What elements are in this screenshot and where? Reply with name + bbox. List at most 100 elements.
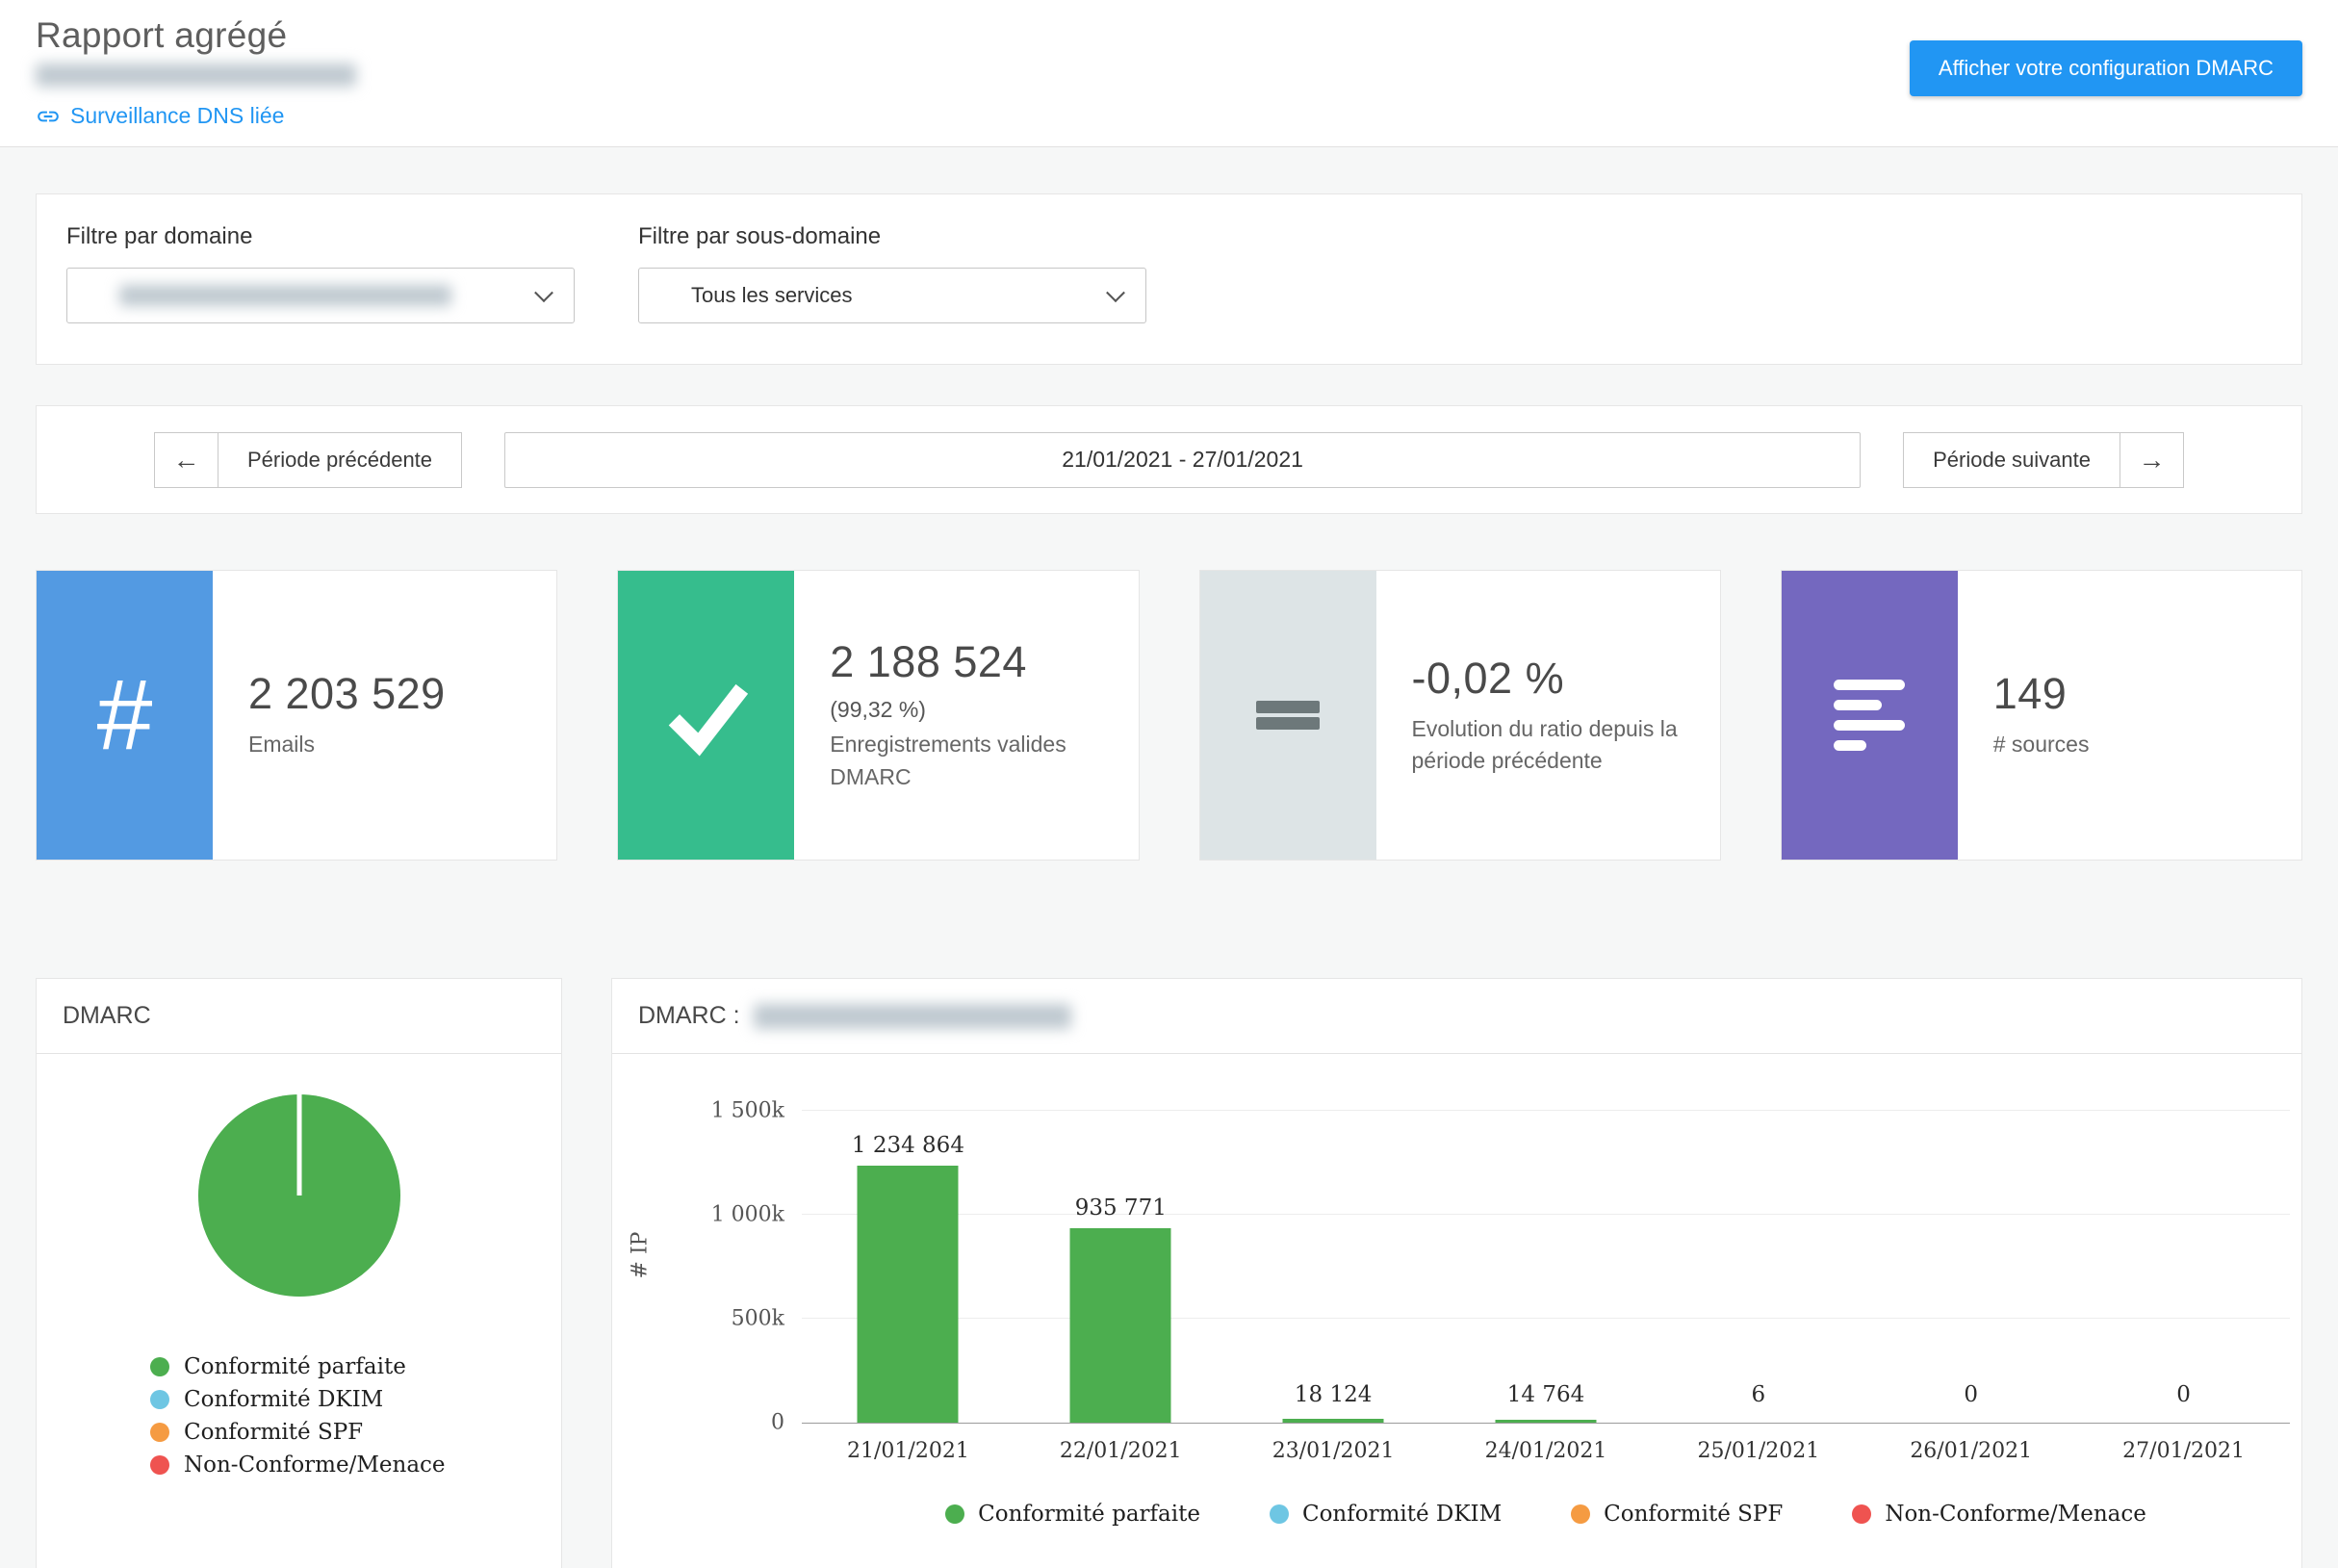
bar-value-label: 14 764 — [1507, 1382, 1584, 1407]
bar-slot: 6 — [1652, 1087, 1864, 1423]
bar-chart: # IP 1 234 864935 77118 12414 764600 050… — [802, 1087, 2290, 1527]
bar-chart-plot: # IP 1 234 864935 77118 12414 764600 050… — [802, 1087, 2290, 1424]
subdomain-selected-value: Tous les services — [691, 283, 853, 308]
legend-item[interactable]: Conformité DKIM — [150, 1387, 561, 1412]
legend-label: Non-Conforme/Menace — [1885, 1502, 2146, 1527]
subdomain-filter-label: Filtre par sous-domaine — [638, 223, 1146, 250]
legend-item[interactable]: Conformité parfaite — [150, 1354, 561, 1379]
next-period-arrow-button[interactable]: → — [2120, 432, 2184, 488]
legend-dot — [1270, 1504, 1289, 1524]
legend-label: Conformité SPF — [1604, 1502, 1783, 1527]
legend-label: Conformité DKIM — [184, 1387, 383, 1412]
bar-slot: 1 234 864 — [802, 1087, 1015, 1423]
legend-label: Non-Conforme/Menace — [184, 1452, 446, 1478]
bar-slots: 1 234 864935 77118 12414 764600 — [802, 1087, 2290, 1423]
bar-value-label: 0 — [1964, 1382, 1978, 1407]
stat-body: -0,02 % Evolution du ratio depuis la pér… — [1376, 571, 1720, 860]
legend-item[interactable]: Conformité parfaite — [945, 1502, 1200, 1527]
pie-chart — [198, 1094, 400, 1297]
domain-filter-group: Filtre par domaine — [66, 223, 575, 323]
legend-label: Conformité parfaite — [184, 1354, 406, 1379]
legend-item[interactable]: Conformité SPF — [150, 1420, 561, 1445]
x-axis-label: 26/01/2021 — [1864, 1439, 2077, 1463]
next-period-button[interactable]: Période suivante — [1903, 432, 2120, 488]
y-axis-title: # IP — [629, 1231, 653, 1278]
y-axis-tick: 0 — [771, 1411, 784, 1435]
x-axis-label: 21/01/2021 — [802, 1439, 1015, 1463]
chevron-down-icon — [1106, 283, 1125, 302]
x-axis-label: 27/01/2021 — [2077, 1439, 2290, 1463]
aggregated-report-page: Rapport agrégé Surveillance DNS liée Aff… — [0, 0, 2338, 1568]
legend-item[interactable]: Conformité DKIM — [1270, 1502, 1502, 1527]
stat-body: 2 188 524 (99,32 %) Enregistrements vali… — [794, 571, 1138, 860]
legend-dot — [1571, 1504, 1590, 1524]
chevron-down-icon — [534, 283, 553, 302]
bar-card-header: DMARC : — [612, 979, 2301, 1054]
domain-filter-select[interactable] — [66, 268, 575, 323]
legend-item[interactable]: Non-Conforme/Menace — [1852, 1502, 2146, 1527]
redacted-domain-text — [36, 64, 356, 87]
stat-card-valid-dmarc: 2 188 524 (99,32 %) Enregistrements vali… — [617, 570, 1139, 861]
x-axis-label: 23/01/2021 — [1227, 1439, 1440, 1463]
page-title: Rapport agrégé — [36, 15, 356, 56]
page-header: Rapport agrégé Surveillance DNS liée Aff… — [0, 0, 2338, 147]
stat-card-sources: 149 # sources — [1781, 570, 2302, 861]
bar-slot: 0 — [1864, 1087, 2077, 1423]
subdomain-filter-select[interactable]: Tous les services — [638, 268, 1146, 323]
emails-label: Emails — [248, 729, 446, 760]
filter-card: Filtre par domaine Filtre par sous-domai… — [36, 193, 2302, 365]
legend-dot — [150, 1390, 169, 1409]
equals-icon — [1200, 571, 1376, 860]
stat-card-emails: # 2 203 529 Emails — [36, 570, 557, 861]
charts-row: DMARC Conformité parfaiteConformité DKIM… — [36, 978, 2302, 1568]
stat-body: 149 # sources — [1958, 571, 2117, 860]
legend-item[interactable]: Conformité SPF — [1571, 1502, 1783, 1527]
y-axis-tick: 500k — [732, 1307, 784, 1331]
legend-dot — [1852, 1504, 1871, 1524]
pie-legend: Conformité parfaite Conformité DKIM Confor… — [150, 1354, 561, 1478]
dmarc-config-button[interactable]: Afficher votre configuration DMARC — [1910, 40, 2302, 96]
bar-value-label: 1 234 864 — [852, 1133, 964, 1158]
legend-dot — [150, 1455, 169, 1475]
previous-period-button[interactable]: Période précédente — [218, 432, 462, 488]
legend-dot — [150, 1423, 169, 1442]
bar-chart-legend: Conformité parfaite Conformité DKIM Confor… — [802, 1502, 2290, 1527]
valid-dmarc-count: 2 188 524 — [830, 637, 1111, 687]
legend-label: Conformité SPF — [184, 1420, 363, 1445]
valid-dmarc-percentage: (99,32 %) — [830, 697, 1111, 723]
y-axis-tick: 1 500k — [711, 1099, 784, 1123]
stat-card-ratio-evolution: -0,02 % Evolution du ratio depuis la pér… — [1199, 570, 1721, 861]
bar-value-label: 18 124 — [1295, 1382, 1372, 1407]
x-axis-label: 25/01/2021 — [1652, 1439, 1864, 1463]
next-period-group: Période suivante → — [1903, 432, 2184, 488]
bar-slot: 14 764 — [1440, 1087, 1653, 1423]
date-range-display[interactable]: 21/01/2021 - 27/01/2021 — [504, 432, 1861, 488]
legend-dot — [945, 1504, 964, 1524]
y-axis-tick: 1 000k — [711, 1203, 784, 1227]
arrow-left-icon: ← — [173, 445, 200, 476]
stat-body: 2 203 529 Emails — [213, 571, 473, 860]
period-navigation-card: ← Période précédente 21/01/2021 - 27/01/… — [36, 405, 2302, 514]
bar-slot: 18 124 — [1227, 1087, 1440, 1423]
dmarc-bar-card: DMARC : # IP 1 234 864935 77118 12414 76… — [611, 978, 2302, 1568]
bar-value-label: 0 — [2176, 1382, 2191, 1407]
bar-slot: 0 — [2077, 1087, 2290, 1423]
legend-dot — [150, 1357, 169, 1376]
sources-label: # sources — [1993, 729, 2090, 760]
bar — [858, 1166, 959, 1423]
stats-row: # 2 203 529 Emails 2 188 524 (99,32 %) E… — [36, 570, 2302, 861]
link-icon — [36, 104, 61, 129]
hash-icon: # — [37, 571, 213, 860]
x-axis-labels: 21/01/202122/01/202123/01/202124/01/2021… — [802, 1439, 2290, 1463]
previous-period-arrow-button[interactable]: ← — [154, 432, 218, 488]
legend-label: Conformité parfaite — [978, 1502, 1200, 1527]
previous-period-group: ← Période précédente — [154, 432, 462, 488]
legend-item[interactable]: Non-Conforme/Menace — [150, 1452, 561, 1478]
bar — [1496, 1420, 1597, 1423]
subdomain-filter-group: Filtre par sous-domaine Tous les service… — [638, 223, 1146, 323]
bar — [1070, 1228, 1171, 1423]
dns-monitoring-link[interactable]: Surveillance DNS liée — [36, 103, 356, 129]
header-left: Rapport agrégé Surveillance DNS liée — [36, 15, 356, 129]
x-axis-label: 22/01/2021 — [1015, 1439, 1227, 1463]
bar-value-label: 6 — [1752, 1382, 1766, 1407]
